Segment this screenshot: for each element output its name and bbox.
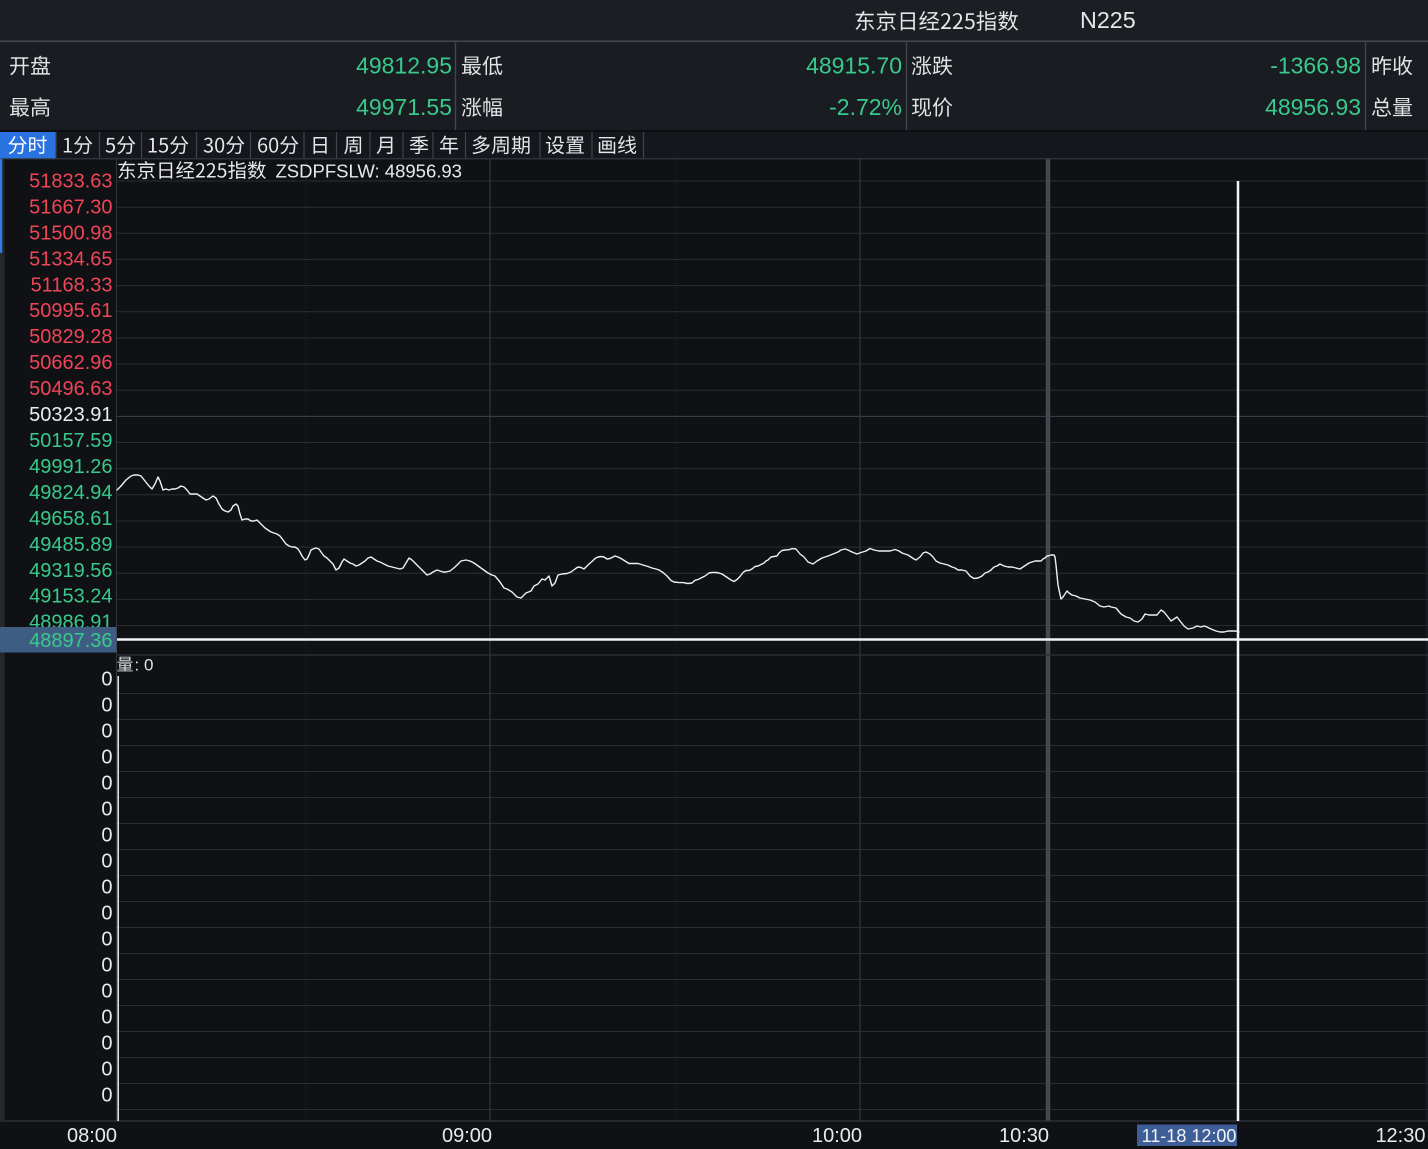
svg-text:51833.63: 51833.63 bbox=[29, 171, 112, 193]
svg-text:10:30: 10:30 bbox=[999, 1125, 1049, 1147]
svg-text:51667.30: 51667.30 bbox=[29, 196, 112, 218]
svg-text:50157.59: 50157.59 bbox=[29, 430, 112, 452]
svg-text:-2.72%: -2.72% bbox=[829, 94, 902, 120]
svg-text:10:00: 10:00 bbox=[812, 1125, 862, 1147]
svg-text:0: 0 bbox=[101, 955, 112, 977]
svg-text:0: 0 bbox=[101, 669, 112, 691]
svg-text:-1366.98: -1366.98 bbox=[1270, 53, 1361, 79]
svg-text:N225: N225 bbox=[1080, 7, 1136, 33]
svg-text:0: 0 bbox=[101, 877, 112, 899]
svg-text:0: 0 bbox=[101, 929, 112, 951]
svg-text:09:00: 09:00 bbox=[442, 1125, 492, 1147]
svg-text:49485.89: 49485.89 bbox=[29, 534, 112, 556]
svg-text:49658.61: 49658.61 bbox=[29, 508, 112, 530]
svg-text:48897.36: 48897.36 bbox=[29, 630, 112, 652]
svg-text:51334.65: 51334.65 bbox=[29, 248, 112, 270]
svg-text:0: 0 bbox=[101, 1007, 112, 1029]
svg-text:0: 0 bbox=[101, 1059, 112, 1081]
svg-text:0: 0 bbox=[101, 851, 112, 873]
svg-text:0: 0 bbox=[101, 799, 112, 821]
svg-text:48915.70: 48915.70 bbox=[806, 53, 902, 79]
svg-text:12:30: 12:30 bbox=[1375, 1125, 1425, 1147]
svg-text:49153.24: 49153.24 bbox=[29, 586, 112, 608]
svg-text:0: 0 bbox=[101, 903, 112, 925]
svg-text:49991.26: 49991.26 bbox=[29, 456, 112, 478]
svg-text:50662.96: 50662.96 bbox=[29, 352, 112, 374]
svg-text:50829.28: 50829.28 bbox=[29, 326, 112, 348]
svg-text:08:00: 08:00 bbox=[67, 1125, 117, 1147]
svg-text:50995.61: 50995.61 bbox=[29, 300, 112, 322]
svg-text:0: 0 bbox=[101, 1085, 112, 1107]
svg-text:0: 0 bbox=[101, 747, 112, 769]
svg-text:: 0: : 0 bbox=[135, 656, 154, 675]
svg-text:0: 0 bbox=[101, 1033, 112, 1055]
svg-text:49812.95: 49812.95 bbox=[356, 53, 452, 79]
svg-text:48956.93: 48956.93 bbox=[1265, 94, 1361, 120]
svg-text:0: 0 bbox=[101, 981, 112, 1003]
svg-text:0: 0 bbox=[101, 825, 112, 847]
svg-text:50496.63: 50496.63 bbox=[29, 378, 112, 400]
svg-text:51500.98: 51500.98 bbox=[29, 222, 112, 244]
svg-text:50323.91: 50323.91 bbox=[29, 404, 112, 426]
svg-text:ZSDPFSLW: 48956.93: ZSDPFSLW: 48956.93 bbox=[276, 161, 462, 182]
svg-text:49824.94: 49824.94 bbox=[29, 482, 112, 504]
svg-text:0: 0 bbox=[101, 695, 112, 717]
svg-text:0: 0 bbox=[101, 773, 112, 795]
svg-text:49971.55: 49971.55 bbox=[356, 94, 452, 120]
svg-text:51168.33: 51168.33 bbox=[31, 274, 113, 296]
svg-text:11-18 12:00: 11-18 12:00 bbox=[1142, 1126, 1237, 1146]
svg-text:0: 0 bbox=[101, 721, 112, 743]
svg-text:49319.56: 49319.56 bbox=[29, 560, 112, 582]
